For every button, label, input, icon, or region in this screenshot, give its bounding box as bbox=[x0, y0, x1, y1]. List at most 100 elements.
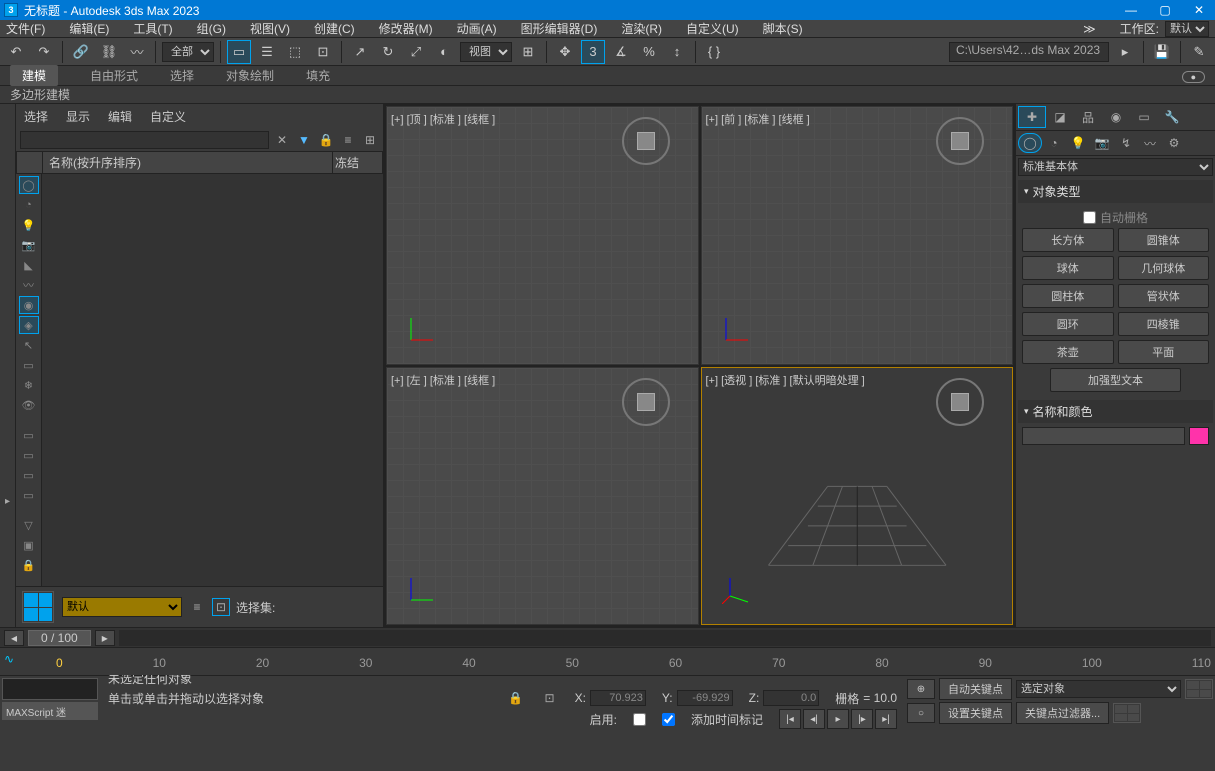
cp-btn-cylinder[interactable]: 圆柱体 bbox=[1022, 284, 1114, 308]
sb-maxscript-listener[interactable]: MAXScript 迷 bbox=[2, 702, 98, 720]
save-button[interactable]: 💾 bbox=[1150, 40, 1174, 64]
cp-tab-display[interactable]: ▭ bbox=[1130, 106, 1158, 128]
ts-next-button[interactable]: ▸ bbox=[95, 630, 115, 646]
tab-selection[interactable]: 选择 bbox=[170, 67, 194, 84]
select-object-button[interactable]: ▭ bbox=[227, 40, 251, 64]
sb-goto-start-button[interactable]: |◂ bbox=[779, 709, 801, 729]
select-move-button[interactable]: ✥ bbox=[553, 40, 577, 64]
cp-btn-geosphere[interactable]: 几何球体 bbox=[1118, 256, 1210, 280]
cp-category-dropdown[interactable]: 标准基本体 bbox=[1018, 158, 1213, 176]
se-expand-icon[interactable]: ▣ bbox=[19, 536, 39, 554]
cp-sub-cameras[interactable]: 📷 bbox=[1090, 133, 1114, 153]
cp-btn-cone[interactable]: 圆锥体 bbox=[1118, 228, 1210, 252]
se-filter-geometry-icon[interactable]: ◯ bbox=[19, 176, 39, 194]
cp-sub-shapes[interactable]: ◔ bbox=[1042, 133, 1066, 153]
se-menu-edit[interactable]: 编辑 bbox=[108, 108, 132, 125]
sb-key-filters-button[interactable]: 关键点过滤器... bbox=[1016, 702, 1109, 724]
sb-enable-check-1[interactable] bbox=[633, 713, 646, 726]
cp-sub-lights[interactable]: 💡 bbox=[1066, 133, 1090, 153]
menu-animation[interactable]: 动画(A) bbox=[457, 20, 497, 37]
viewport-left[interactable]: [+] [左 ] [标准 ] [线框 ] bbox=[386, 367, 699, 626]
sb-viewport-nav-2[interactable] bbox=[1113, 703, 1141, 723]
sb-next-frame-button[interactable]: |▸ bbox=[851, 709, 873, 729]
se-filter-shapes-icon[interactable]: ◔ bbox=[19, 196, 39, 214]
cp-btn-sphere[interactable]: 球体 bbox=[1022, 256, 1114, 280]
sb-enable-check-2[interactable] bbox=[662, 713, 675, 726]
selection-filter[interactable]: 全部 bbox=[162, 42, 214, 62]
se-filter-groups-icon[interactable]: ◉ bbox=[19, 296, 39, 314]
sb-play-button[interactable]: ▸ bbox=[827, 709, 849, 729]
se-display-b-icon[interactable]: ▭ bbox=[19, 446, 39, 464]
se-clear-icon[interactable]: ✕ bbox=[273, 131, 291, 149]
viewport-front[interactable]: [+] [前 ] [标准 ] [线框 ] bbox=[701, 106, 1014, 365]
project-path[interactable]: C:\Users\42…ds Max 2023 bbox=[949, 42, 1109, 62]
se-display-d-icon[interactable]: ▭ bbox=[19, 486, 39, 504]
menu-edit[interactable]: 编辑(E) bbox=[69, 20, 109, 37]
undo-button[interactable]: ↶ bbox=[4, 40, 28, 64]
menu-customize[interactable]: 自定义(U) bbox=[686, 20, 739, 37]
cp-tab-hierarchy[interactable]: 品 bbox=[1074, 106, 1102, 128]
cp-btn-plane[interactable]: 平面 bbox=[1118, 340, 1210, 364]
viewport-front-label[interactable]: [+] [前 ] [标准 ] [线框 ] bbox=[706, 111, 810, 127]
se-menu-display[interactable]: 显示 bbox=[66, 108, 90, 125]
workspace-selector[interactable]: 默认 bbox=[1165, 21, 1209, 37]
spinner-snap-button[interactable]: ↕ bbox=[665, 40, 689, 64]
select-by-name-button[interactable]: ☰ bbox=[255, 40, 279, 64]
angle-snap-button[interactable]: ∡ bbox=[609, 40, 633, 64]
cp-sub-helpers[interactable]: ↯ bbox=[1114, 133, 1138, 153]
cp-auto-grid-checkbox[interactable] bbox=[1083, 211, 1096, 224]
sb-x-input[interactable] bbox=[590, 690, 646, 706]
tab-freeform[interactable]: 自由形式 bbox=[90, 67, 138, 84]
sb-set-key-icon[interactable]: ○ bbox=[907, 703, 935, 723]
cp-sub-geometry[interactable]: ◯ bbox=[1018, 133, 1042, 153]
close-button[interactable]: ✕ bbox=[1191, 3, 1207, 17]
cp-btn-teapot[interactable]: 茶壶 bbox=[1022, 340, 1114, 364]
cp-object-name-input[interactable] bbox=[1022, 427, 1185, 445]
snap-toggle-3d-button[interactable]: 3 bbox=[581, 40, 605, 64]
select-manipulate-button[interactable]: ↗ bbox=[348, 40, 372, 64]
viewport-top-label[interactable]: [+] [顶 ] [标准 ] [线框 ] bbox=[391, 111, 495, 127]
ref-coord-system[interactable]: 视图 bbox=[460, 42, 512, 62]
ts-prev-button[interactable]: ◂ bbox=[4, 630, 24, 646]
expand-rail-icon[interactable]: ▸ bbox=[5, 496, 10, 507]
ts-track[interactable] bbox=[119, 630, 1211, 646]
viewport-front-viewcube[interactable] bbox=[936, 117, 984, 165]
se-filter-hidden-icon[interactable]: 👁 bbox=[19, 396, 39, 414]
menu-create[interactable]: 创建(C) bbox=[314, 20, 355, 37]
named-selection-button[interactable]: { } bbox=[702, 40, 726, 64]
menu-modifiers[interactable]: 修改器(M) bbox=[379, 20, 433, 37]
sb-set-key-button[interactable]: 设置关键点 bbox=[939, 702, 1012, 724]
viewport-perspective[interactable]: [+] [透视 ] [标准 ] [默认明暗处理 ] bbox=[701, 367, 1014, 626]
menu-tools[interactable]: 工具(T) bbox=[133, 20, 172, 37]
left-rail[interactable]: ▸ bbox=[0, 104, 16, 627]
select-rotate-button[interactable]: ↻ bbox=[376, 40, 400, 64]
sb-isolate-icon[interactable]: ⊡ bbox=[541, 689, 559, 707]
se-isolate-icon[interactable]: ⊡ bbox=[212, 598, 230, 616]
timeline-curve-icon[interactable]: ∿ bbox=[4, 652, 14, 666]
window-crossing-button[interactable]: ⊡ bbox=[311, 40, 335, 64]
sb-y-input[interactable] bbox=[677, 690, 733, 706]
link-button[interactable]: 🔗 bbox=[69, 40, 93, 64]
viewport-top-viewcube[interactable] bbox=[622, 117, 670, 165]
sb-add-time-tag[interactable]: 添加时间标记 bbox=[691, 711, 763, 728]
select-scale-button[interactable]: ⤢ bbox=[404, 40, 428, 64]
sb-key-mode-button[interactable]: ⊕ bbox=[907, 679, 935, 699]
viewport-perspective-viewcube[interactable] bbox=[936, 378, 984, 426]
cp-btn-tube[interactable]: 管状体 bbox=[1118, 284, 1210, 308]
chevrons-icon[interactable]: ≫ bbox=[1083, 22, 1096, 36]
se-filter-lights-icon[interactable]: 💡 bbox=[19, 216, 39, 234]
menu-group[interactable]: 组(G) bbox=[197, 20, 226, 37]
bind-spacewarp-button[interactable]: 〰 bbox=[125, 40, 149, 64]
se-layer-icon[interactable]: ≡ bbox=[188, 598, 206, 616]
se-header-freeze[interactable]: 冻结 bbox=[332, 152, 382, 173]
script-button[interactable]: ✎ bbox=[1187, 40, 1211, 64]
tab-object-paint[interactable]: 对象绘制 bbox=[226, 67, 274, 84]
se-filter-bone-icon[interactable]: ↖ bbox=[19, 336, 39, 354]
se-display-c-icon[interactable]: ▭ bbox=[19, 466, 39, 484]
se-sort-icon[interactable]: ≡ bbox=[339, 131, 357, 149]
ts-frame-handle[interactable]: 0 / 100 bbox=[28, 630, 91, 646]
se-menu-select[interactable]: 选择 bbox=[24, 108, 48, 125]
cp-btn-torus[interactable]: 圆环 bbox=[1022, 312, 1114, 336]
viewport-top[interactable]: [+] [顶 ] [标准 ] [线框 ] bbox=[386, 106, 699, 365]
tab-populate[interactable]: 填充 bbox=[306, 67, 330, 84]
